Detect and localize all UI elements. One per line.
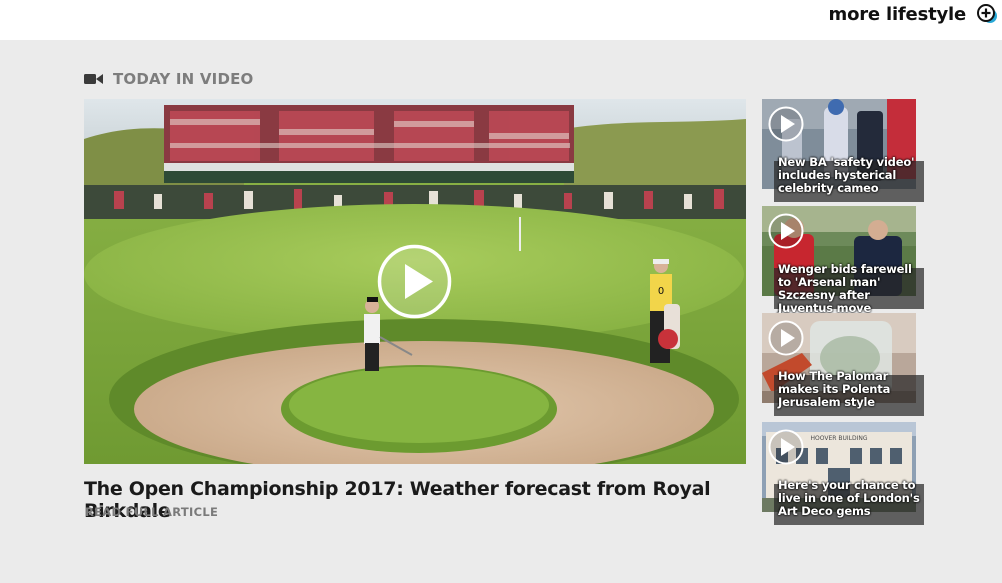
main-video-player[interactable]: 0 — [84, 99, 746, 464]
video-caption: Wenger bids farewell to 'Arsenal man' Sz… — [778, 262, 912, 315]
more-lifestyle-label: more lifestyle — [828, 3, 967, 25]
video-caption: New BA 'safety video' includes hysterica… — [778, 155, 915, 195]
section-title: TODAY IN VIDEO — [113, 70, 254, 88]
side-video-item[interactable]: HOOVER BUILDING Here's your chance to li… — [762, 422, 924, 525]
play-icon[interactable] — [768, 213, 804, 249]
building-sign: HOOVER BUILDING — [811, 435, 868, 442]
play-icon[interactable] — [377, 244, 452, 319]
video-camera-icon — [84, 72, 103, 86]
side-video-item[interactable]: How The Palomar makes its Polenta Jerusa… — [762, 313, 924, 416]
svg-text:0: 0 — [658, 286, 664, 297]
play-icon[interactable] — [768, 106, 804, 142]
video-caption: Here's your chance to live in one of Lon… — [778, 478, 920, 518]
top-bar: more lifestyle — [0, 0, 1002, 40]
plus-circle-icon[interactable] — [976, 3, 998, 25]
section-header: TODAY IN VIDEO — [84, 70, 254, 88]
more-lifestyle-link[interactable]: more lifestyle — [829, 3, 998, 25]
read-full-article-link[interactable]: READ FULL ARTICLE — [85, 505, 218, 519]
side-video-item[interactable]: New BA 'safety video' includes hysterica… — [762, 99, 924, 202]
video-caption: How The Palomar makes its Polenta Jerusa… — [778, 369, 891, 409]
play-icon[interactable] — [768, 429, 804, 465]
side-video-item[interactable]: Wenger bids farewell to 'Arsenal man' Sz… — [762, 206, 924, 315]
play-icon[interactable] — [768, 320, 804, 356]
